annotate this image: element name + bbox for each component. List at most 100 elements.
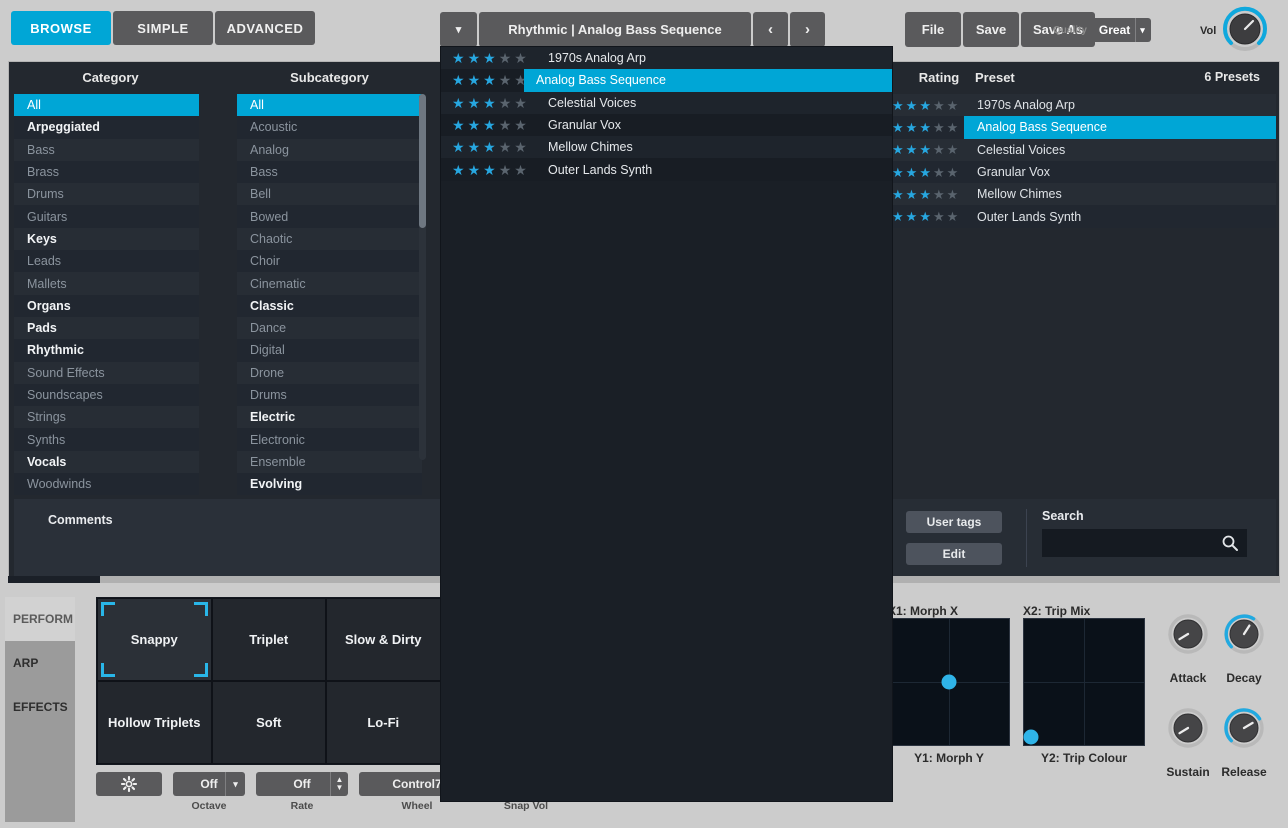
file-button[interactable]: File (905, 12, 961, 47)
subcategory-item-choir[interactable]: Choir (237, 250, 422, 272)
star-icon[interactable]: ★ (452, 140, 465, 154)
performance-pad[interactable]: Soft (212, 681, 327, 764)
star-icon[interactable]: ★ (483, 140, 496, 154)
chevron-down-icon[interactable]: ▾ (1135, 18, 1149, 42)
subcategory-item-evolving[interactable]: Evolving (237, 473, 422, 495)
star-icon[interactable]: ★ (468, 73, 481, 87)
star-icon[interactable]: ★ (452, 163, 465, 177)
star-icon[interactable]: ★ (514, 51, 527, 65)
subcategory-item-chaotic[interactable]: Chaotic (237, 228, 422, 250)
star-icon[interactable]: ★ (468, 51, 481, 65)
star-icon[interactable]: ★ (892, 121, 904, 134)
chevron-down-icon[interactable]: ▾ (440, 12, 477, 47)
star-icon[interactable]: ★ (906, 99, 918, 112)
star-rating[interactable]: ★★★★★ (441, 118, 536, 132)
star-icon[interactable]: ★ (499, 163, 512, 177)
dropdown-item[interactable]: ★★★★★Granular Vox (441, 114, 892, 136)
star-icon[interactable]: ★ (468, 140, 481, 154)
knob-attack[interactable]: Attack (1160, 610, 1216, 685)
star-icon[interactable]: ★ (499, 51, 512, 65)
preset-row[interactable]: Analog Bass Sequence (964, 116, 1276, 138)
subcategory-item-dance[interactable]: Dance (237, 317, 422, 339)
star-icon[interactable]: ★ (468, 163, 481, 177)
category-item-rhythmic[interactable]: Rhythmic (14, 339, 199, 361)
xy-pad-1[interactable] (888, 618, 1010, 746)
dropdown-item[interactable]: ★★★★★1970s Analog Arp (441, 47, 892, 69)
star-icon[interactable]: ★ (933, 166, 945, 179)
star-icon[interactable]: ★ (514, 163, 527, 177)
subcategory-item-drone[interactable]: Drone (237, 362, 422, 384)
performance-pad[interactable]: Hollow Triplets (97, 681, 212, 764)
preset-list[interactable]: 1970s Analog ArpAnalog Bass SequenceCele… (964, 94, 1276, 228)
preset-row[interactable]: Granular Vox (964, 161, 1276, 183)
star-icon[interactable]: ★ (483, 96, 496, 110)
star-rating[interactable]: ★★★★★ (892, 99, 958, 112)
star-icon[interactable]: ★ (452, 51, 465, 65)
tab-advanced[interactable]: ADVANCED (215, 11, 315, 45)
category-item-keys[interactable]: Keys (14, 228, 199, 250)
star-rating[interactable]: ★★★★★ (892, 121, 958, 134)
category-item-leads[interactable]: Leads (14, 250, 199, 272)
octave-select[interactable]: Off ▾ (173, 772, 245, 796)
star-icon[interactable]: ★ (919, 99, 931, 112)
browser-scroll-thumb[interactable] (8, 576, 100, 583)
tab-arp[interactable]: ARP (5, 641, 75, 685)
dropdown-item[interactable]: ★★★★★Outer Lands Synth (441, 158, 892, 180)
category-item-mallets[interactable]: Mallets (14, 272, 199, 294)
category-item-guitars[interactable]: Guitars (14, 205, 199, 227)
subcategory-item-electronic[interactable]: Electronic (237, 428, 422, 450)
search-icon[interactable] (1221, 534, 1239, 557)
star-icon[interactable]: ★ (468, 96, 481, 110)
star-icon[interactable]: ★ (919, 143, 931, 156)
volume-knob[interactable] (1222, 6, 1268, 52)
star-icon[interactable]: ★ (919, 121, 931, 134)
star-icon[interactable]: ★ (947, 143, 959, 156)
star-icon[interactable]: ★ (468, 118, 481, 132)
xy1-handle[interactable] (942, 675, 957, 690)
star-icon[interactable]: ★ (919, 188, 931, 201)
star-rating[interactable]: ★★★★★ (892, 188, 958, 201)
tab-simple[interactable]: SIMPLE (113, 11, 213, 45)
star-icon[interactable]: ★ (452, 96, 465, 110)
star-icon[interactable]: ★ (933, 121, 945, 134)
star-icon[interactable]: ★ (947, 99, 959, 112)
preset-row[interactable]: Mellow Chimes (964, 183, 1276, 205)
subcategory-item-bowed[interactable]: Bowed (237, 205, 422, 227)
quality-select[interactable]: Great ▾ (1092, 18, 1151, 42)
knob-decay[interactable]: Decay (1216, 610, 1272, 685)
star-icon[interactable]: ★ (892, 188, 904, 201)
star-rating[interactable]: ★★★★★ (441, 96, 536, 110)
preset-row[interactable]: Outer Lands Synth (964, 205, 1276, 227)
category-item-arpeggiated[interactable]: Arpeggiated (14, 116, 199, 138)
user-tags-button[interactable]: User tags (906, 511, 1002, 533)
gear-icon[interactable] (96, 772, 162, 796)
category-item-strings[interactable]: Strings (14, 406, 199, 428)
star-icon[interactable]: ★ (514, 140, 527, 154)
star-rating[interactable]: ★★★★★ (892, 166, 958, 179)
performance-pad[interactable]: Lo-Fi (326, 681, 441, 764)
category-item-bass[interactable]: Bass (14, 139, 199, 161)
star-icon[interactable]: ★ (906, 166, 918, 179)
star-rating[interactable]: ★★★★★ (892, 143, 958, 156)
star-icon[interactable]: ★ (947, 188, 959, 201)
star-icon[interactable]: ★ (919, 210, 931, 223)
star-icon[interactable]: ★ (947, 166, 959, 179)
subcategory-item-electric[interactable]: Electric (237, 406, 422, 428)
category-item-synths[interactable]: Synths (14, 428, 199, 450)
knob-sustain[interactable]: Sustain (1160, 704, 1216, 779)
subcategory-item-cinematic[interactable]: Cinematic (237, 272, 422, 294)
tab-perform[interactable]: PERFORM (5, 597, 75, 641)
category-item-sound-effects[interactable]: Sound Effects (14, 362, 199, 384)
star-rating[interactable]: ★★★★★ (441, 51, 536, 65)
star-icon[interactable]: ★ (499, 73, 512, 87)
stepper-arrows-icon[interactable]: ▲▼ (330, 772, 348, 796)
preset-name-display[interactable]: Rhythmic | Analog Bass Sequence (479, 12, 751, 47)
category-item-soundscapes[interactable]: Soundscapes (14, 384, 199, 406)
subcategory-scrollbar[interactable] (419, 94, 426, 460)
star-icon[interactable]: ★ (919, 166, 931, 179)
dropdown-item[interactable]: ★★★★★Mellow Chimes (441, 136, 892, 158)
star-icon[interactable]: ★ (483, 73, 496, 87)
star-rating[interactable]: ★★★★★ (441, 163, 536, 177)
star-icon[interactable]: ★ (892, 99, 904, 112)
knob-release[interactable]: Release (1216, 704, 1272, 779)
